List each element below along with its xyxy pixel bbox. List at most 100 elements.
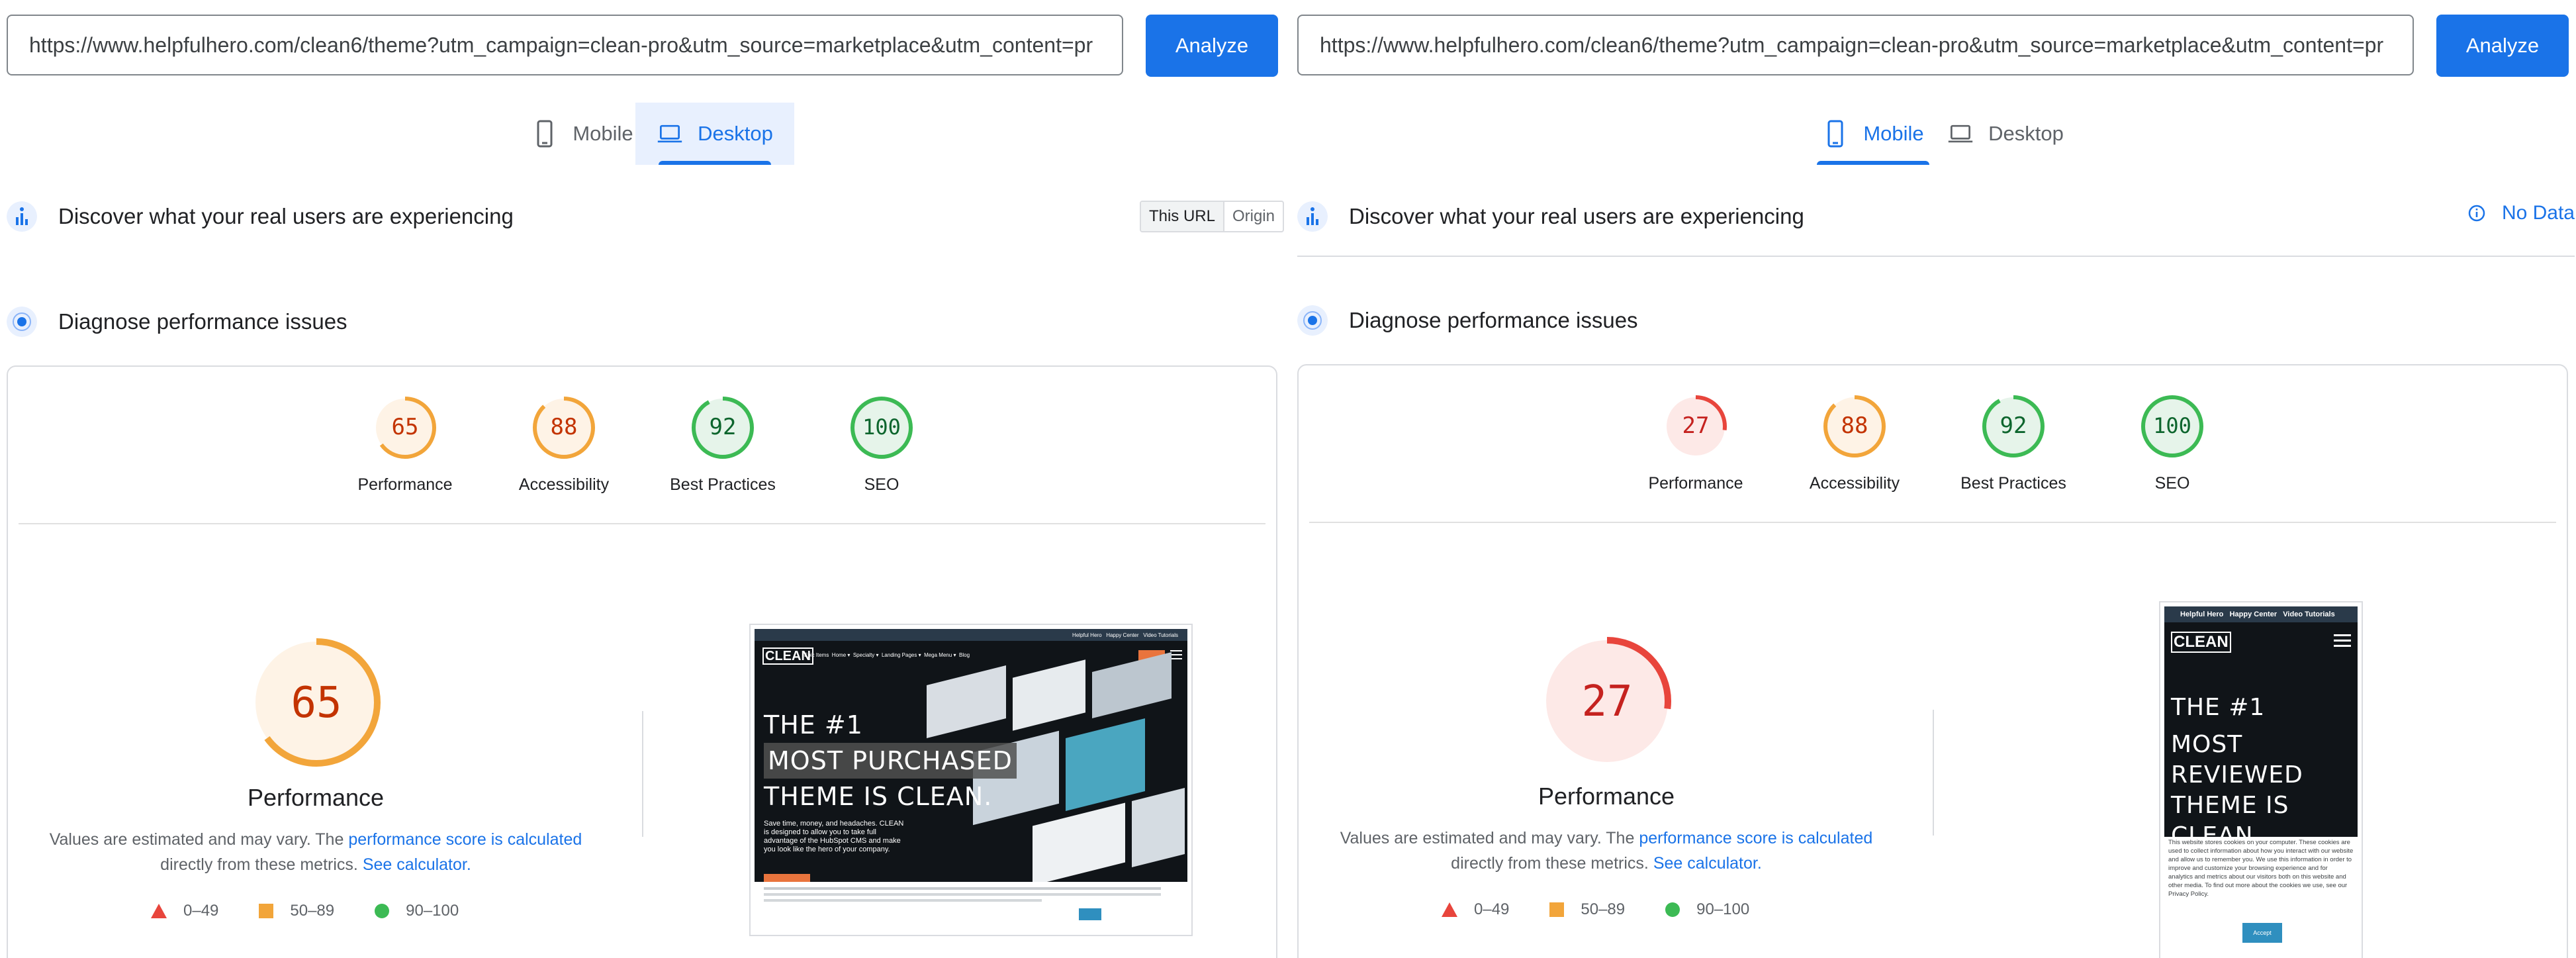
see-calculator-link[interactable]: See calculator. [363, 855, 471, 874]
url-input[interactable]: https://www.helpfulhero.com/clean6/theme… [1297, 15, 2414, 75]
tab-label: Desktop [698, 122, 773, 145]
diagnose-icon [1297, 305, 1328, 336]
toggle-this-url[interactable]: This URL [1140, 202, 1224, 231]
svg-text:88: 88 [1841, 412, 1868, 439]
svg-text:100: 100 [2153, 413, 2191, 438]
laptop-icon [1948, 124, 1973, 143]
gauge-label: SEO [2154, 474, 2190, 493]
svg-text:27: 27 [1682, 412, 1710, 439]
performance-description: Values are estimated and may vary. The p… [1340, 829, 1873, 873]
gauge-accessibility[interactable]: 88 Accessibility [1775, 393, 1934, 493]
gauge-label: Accessibility [1809, 474, 1900, 493]
gauge-performance[interactable]: 27 Performance [1616, 393, 1775, 493]
vertical-divider [642, 711, 643, 837]
legend-fail: 0–49 [150, 902, 218, 920]
gauge-seo[interactable]: 100 SEO [802, 395, 961, 495]
real-users-section: Discover what your real users are experi… [1297, 197, 2575, 236]
diagnose-card: 27 Performance 88 Accessibility 92 Best … [1297, 364, 2568, 958]
info-icon [2468, 205, 2485, 222]
gauge-label: Best Practices [1960, 474, 2066, 493]
score-ring: 27 [1665, 395, 1727, 457]
tab-desktop[interactable]: Desktop [1926, 103, 2085, 165]
score-ring: 92 [1982, 395, 2045, 457]
score-ring: 100 [2141, 395, 2203, 457]
right-panel: https://www.helpfulhero.com/clean6/theme… [1297, 0, 2575, 958]
score-legend: 0–49 50–89 90–100 [1441, 900, 1749, 919]
gauge-label: Performance [357, 475, 453, 494]
circle-icon [1665, 902, 1680, 917]
tab-label: Mobile [1863, 122, 1924, 145]
score-gauges: 27 Performance 88 Accessibility 92 Best … [1299, 393, 2567, 506]
legend-pass: 90–100 [374, 902, 459, 920]
tab-desktop[interactable]: Desktop [635, 103, 794, 165]
performance-title: Performance [247, 784, 385, 811]
square-icon [1549, 902, 1565, 917]
triangle-icon [1442, 902, 1457, 917]
gauge-label: Accessibility [518, 475, 610, 494]
card-divider [19, 523, 1265, 524]
score-calculated-link[interactable]: performance score is calculated [348, 830, 582, 849]
svg-text:65: 65 [291, 679, 342, 728]
gauge-performance[interactable]: 65 Performance [326, 395, 484, 495]
score-calculated-link[interactable]: performance score is calculated [1639, 829, 1872, 847]
tab-label: Desktop [1988, 122, 2064, 145]
performance-description: Values are estimated and may vary. The p… [49, 830, 582, 874]
gauge-best-practices[interactable]: 92 Best Practices [1934, 393, 2093, 493]
url-input[interactable]: https://www.helpfulhero.com/clean6/theme… [7, 15, 1123, 75]
see-calculator-link[interactable]: See calculator. [1653, 854, 1762, 873]
svg-text:65: 65 [392, 414, 419, 440]
mobile-page-screenshot: Helpful Hero Happy Center Video Tutorial… [2159, 601, 2363, 958]
device-tabs: Mobile Desktop [1297, 103, 2575, 165]
device-tabs: Mobile Desktop [7, 103, 1284, 165]
score-ring: 92 [692, 397, 754, 459]
svg-text:92: 92 [2000, 412, 2027, 439]
section-title: Discover what your real users are experi… [58, 204, 514, 228]
score-legend: 0–49 50–89 90–100 [150, 902, 459, 920]
gauge-accessibility[interactable]: 88 Accessibility [484, 395, 643, 495]
svg-text:100: 100 [862, 414, 901, 440]
cookie-accept-button[interactable]: Accept [2242, 923, 2282, 943]
analyze-button[interactable]: Analyze [2436, 15, 2569, 77]
analyze-button[interactable]: Analyze [1146, 15, 1278, 77]
circle-icon [375, 904, 390, 918]
score-ring: 88 [1823, 395, 1886, 457]
score-ring: 88 [533, 397, 595, 459]
toggle-origin[interactable]: Origin [1224, 202, 1283, 231]
diagnose-icon [7, 307, 37, 337]
score-ring: 100 [851, 397, 913, 459]
tab-label: Mobile [573, 122, 633, 145]
performance-big-gauge: 65 [252, 638, 381, 767]
card-divider [1309, 522, 2556, 523]
square-icon [259, 904, 274, 918]
gauge-seo[interactable]: 100 SEO [2093, 393, 2252, 493]
laptop-icon [657, 124, 682, 143]
gauge-label: Best Practices [670, 475, 776, 494]
performance-title: Performance [1538, 783, 1675, 810]
left-panel: https://www.helpfulhero.com/clean6/theme… [7, 0, 1284, 958]
active-tab-indicator [1817, 161, 1929, 165]
triangle-icon [151, 904, 167, 918]
real-users-section: Discover what your real users are experi… [7, 197, 1284, 236]
svg-text:88: 88 [551, 414, 578, 440]
active-tab-indicator [659, 161, 771, 165]
phone-icon [537, 120, 553, 148]
hamburger-menu-icon [1170, 650, 1182, 659]
no-data-indicator[interactable]: No Data [2467, 202, 2575, 224]
desktop-page-screenshot: Helpful Hero Happy Center Video Tutorial… [749, 624, 1193, 936]
diagnose-section: Diagnose performance issues [7, 302, 1284, 342]
legend-average: 50–89 [1549, 900, 1625, 919]
score-ring: 65 [374, 397, 436, 459]
vertical-divider [1933, 710, 1934, 836]
svg-text:27: 27 [1581, 677, 1632, 726]
users-chart-icon [7, 201, 37, 232]
section-title: Diagnose performance issues [58, 309, 347, 334]
hamburger-menu-icon [2334, 634, 2351, 647]
legend-average: 50–89 [258, 902, 334, 920]
cookie-banner-text: This website stores cookies on your comp… [2168, 839, 2354, 898]
gauge-label: SEO [864, 475, 899, 494]
diagnose-card: 65 Performance 88 Accessibility 92 Best … [7, 365, 1277, 958]
url-origin-toggle[interactable]: This URL Origin [1139, 201, 1284, 232]
gauge-best-practices[interactable]: 92 Best Practices [643, 395, 802, 495]
diagnose-section: Diagnose performance issues [1297, 301, 2575, 340]
section-title: Diagnose performance issues [1349, 308, 1638, 332]
